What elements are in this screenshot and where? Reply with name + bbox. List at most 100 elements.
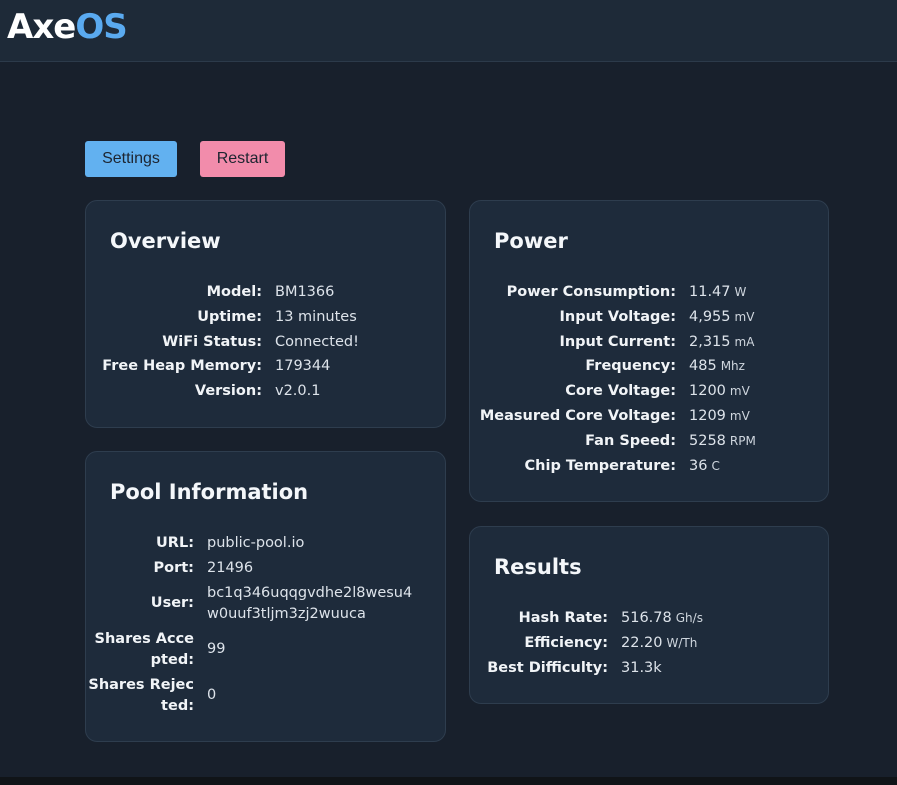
overview-row-uptime: Uptime: 13 minutes [86,305,359,330]
pool-info-list: URL: public-pool.io Port: 21496 User: bc… [86,531,419,719]
hash-rate-number: 516.78 [621,610,672,626]
model-label: Model: [206,284,262,300]
url-label: URL: [156,535,194,551]
shares-rejected-value: 0 [207,687,217,704]
pool-row-shares-rejected: Shares Rejected: 0 [86,673,419,719]
free-heap-value: 179344 [275,358,331,375]
frequency-number: 485 [689,358,717,375]
logo-os: OS [75,7,127,47]
input-voltage-number: 4,955 [689,308,731,325]
efficiency-value: 22.20 W/Th [608,631,697,656]
power-list: Power Consumption: 11.47 W Input Voltage:… [470,280,756,478]
input-voltage-label: Input Voltage: [559,308,677,325]
power-row-frequency: Frequency: 485 Mhz [470,354,756,379]
overview-row-model: Model: BM1366 [86,280,359,305]
chip-temperature-number: 36 [689,457,708,474]
results-list: Hash Rate: 516.78 Gh/s Efficiency: 22.20 W… [470,606,703,680]
user-value: bc1q346uqqgvdhe2l8wesu4w0uuf3tljm3zj2wuu… [207,584,413,622]
input-current-number: 2,315 [689,333,731,350]
frequency-unit: Mhz [720,359,745,374]
best-difficulty-value: 31.3k [621,659,662,676]
power-consumption-number: 11.47 [689,284,731,300]
uptime-value: 13 minutes [275,308,357,325]
efficiency-unit: W/Th [666,635,698,650]
uptime-label: Uptime: [197,308,262,325]
power-row-core-voltage: Core Voltage: 1200 mV [470,379,756,404]
shares-accepted-label: Shares Accepted: [94,630,194,668]
power-consumption-unit: W [734,285,747,299]
measured-core-voltage-unit: mV [729,408,750,423]
measured-core-voltage-value: 1209 mV [676,404,750,429]
chip-temperature-unit: C [711,458,720,473]
hash-rate-value: 516.78 Gh/s [608,606,703,631]
pool-row-url: URL: public-pool.io [86,531,419,556]
results-row-hash-rate: Hash Rate: 516.78 Gh/s [470,606,703,631]
input-voltage-unit: mV [734,309,755,324]
results-card: Results Hash Rate: 516.78 Gh/s Efficiency… [469,526,829,704]
bottom-bar [0,777,897,785]
fan-speed-number: 5258 [689,432,726,449]
input-current-label: Input Current: [559,333,676,350]
measured-core-voltage-number: 1209 [689,407,726,424]
core-voltage-unit: mV [729,384,750,399]
port-label: Port: [153,559,194,576]
restart-button[interactable]: Restart [200,141,285,177]
power-consumption-label: Power Consumption: [506,284,676,300]
version-value: v2.0.1 [275,383,321,400]
pool-row-user: User: bc1q346uqqgvdhe2l8wesu4w0uuf3tljm3… [86,581,419,627]
input-voltage-value: 4,955 mV [676,305,754,330]
overview-row-version: Version: v2.0.1 [86,379,359,404]
power-row-consumption: Power Consumption: 11.47 W [470,280,756,305]
frequency-label: Frequency: [585,358,676,375]
user-label: User: [150,595,194,612]
shares-accepted-value: 99 [207,641,226,658]
pool-row-shares-accepted: Shares Accepted: 99 [86,627,419,673]
pool-info-title: Pool Information [110,480,309,504]
measured-core-voltage-label: Measured Core Voltage: [479,407,676,424]
input-current-unit: mA [734,334,755,349]
best-difficulty-label: Best Difficulty: [487,659,608,676]
version-label: Version: [194,383,262,400]
app-logo[interactable]: AxeOS [7,5,128,49]
overview-title: Overview [110,229,221,253]
power-consumption-value: 11.47 W [676,280,746,305]
results-title: Results [494,555,582,579]
core-voltage-label: Core Voltage: [565,383,676,400]
wifi-status-value: Connected! [275,333,359,350]
settings-button[interactable]: Settings [85,141,177,177]
chip-temperature-value: 36 C [676,454,720,479]
pool-info-card: Pool Information URL: public-pool.io Por… [85,451,446,742]
chip-temperature-label: Chip Temperature: [524,457,676,474]
power-card: Power Power Consumption: 11.47 W Input Vo… [469,200,829,502]
core-voltage-value: 1200 mV [676,379,750,404]
results-row-efficiency: Efficiency: 22.20 W/Th [470,631,703,656]
hash-rate-label: Hash Rate: [518,610,608,626]
efficiency-number: 22.20 [621,634,663,651]
hash-rate-unit: Gh/s [675,611,703,625]
fan-speed-unit: RPM [729,433,756,448]
overview-row-wifi: WiFi Status: Connected! [86,330,359,355]
power-row-chip-temperature: Chip Temperature: 36 C [470,454,756,479]
power-row-measured-core-voltage: Measured Core Voltage: 1209 mV [470,404,756,429]
frequency-value: 485 Mhz [676,354,745,379]
wifi-status-label: WiFi Status: [162,333,262,350]
fan-speed-label: Fan Speed: [585,432,676,449]
shares-rejected-label: Shares Rejected: [88,676,194,714]
efficiency-label: Efficiency: [524,634,608,651]
model-value: BM1366 [275,284,335,300]
url-value: public-pool.io [207,535,305,551]
overview-list: Model: BM1366 Uptime: 13 minutes WiFi St… [86,280,359,404]
core-voltage-number: 1200 [689,383,726,400]
overview-card: Overview Model: BM1366 Uptime: 13 minute… [85,200,446,428]
fan-speed-value: 5258 RPM [676,429,756,454]
input-current-value: 2,315 mA [676,330,754,355]
free-heap-label: Free Heap Memory: [102,358,262,375]
overview-row-heap: Free Heap Memory: 179344 [86,354,359,379]
power-row-input-current: Input Current: 2,315 mA [470,330,756,355]
top-bar: AxeOS [0,0,897,62]
pool-row-port: Port: 21496 [86,556,419,581]
results-row-best-difficulty: Best Difficulty: 31.3k [470,656,703,681]
power-title: Power [494,229,568,253]
power-row-input-voltage: Input Voltage: 4,955 mV [470,305,756,330]
port-value: 21496 [207,559,254,576]
